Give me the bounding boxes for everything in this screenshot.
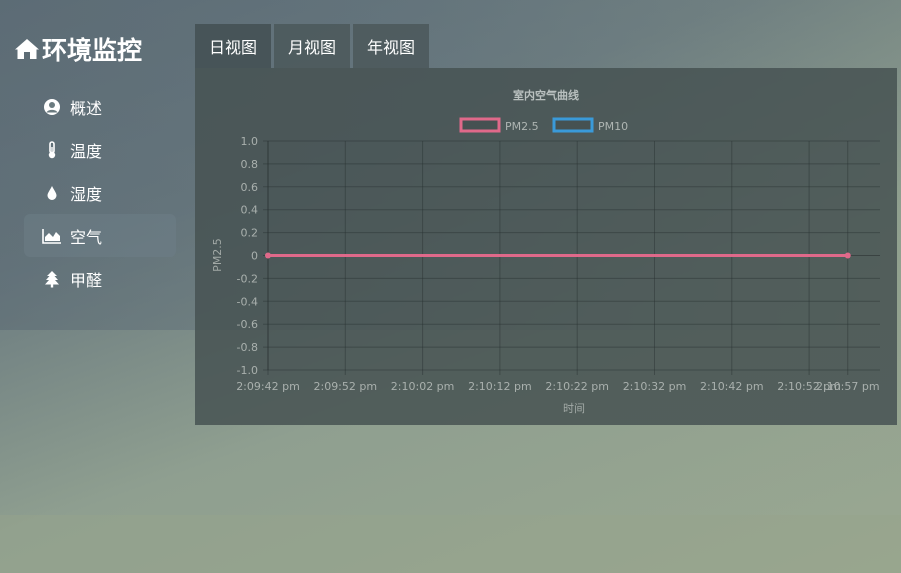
tree-icon <box>42 270 62 288</box>
sidebar-item-label: 湿度 <box>70 184 103 204</box>
tab-day-view[interactable]: 日视图 <box>195 24 272 68</box>
sidebar-item-label: 温度 <box>70 141 103 161</box>
sidebar-item-label: 空气 <box>70 227 103 247</box>
y-tick-label: 0.6 <box>241 181 259 194</box>
user-circle-icon <box>42 98 62 116</box>
x-tick-label: 2:10:22 pm <box>545 380 609 393</box>
y-tick-label: 0.2 <box>241 227 259 240</box>
legend-swatch <box>552 117 594 133</box>
y-tick-label: 0.4 <box>241 204 259 217</box>
y-tick-label: 0.8 <box>241 158 259 171</box>
y-tick-label: 0 <box>251 250 258 263</box>
y-tick-label: -0.8 <box>237 341 258 354</box>
y-axis-label: PM2.5 <box>211 238 224 272</box>
sidebar-item-humidity[interactable]: 湿度 <box>24 171 176 214</box>
x-axis-label: 时间 <box>563 402 585 415</box>
area-chart-icon <box>42 227 62 245</box>
data-point <box>844 252 851 259</box>
sidebar-item-label: 甲醛 <box>70 270 103 290</box>
y-tick-label: 1.0 <box>241 135 259 148</box>
sidebar-item-formaldehyde[interactable]: 甲醛 <box>24 257 176 300</box>
legend-swatch <box>459 117 501 133</box>
y-tick-label: -0.2 <box>237 272 258 285</box>
chart-title: 室内空气曲线 <box>513 88 579 102</box>
sidebar-item-overview[interactable]: 概述 <box>24 85 176 128</box>
tab-year-view[interactable]: 年视图 <box>353 24 430 68</box>
x-tick-label: 2:10:12 pm <box>468 380 532 393</box>
sidebar-item-temperature[interactable]: 温度 <box>24 128 176 171</box>
chart-legend: PM2.5 PM10 <box>459 117 628 133</box>
data-point <box>265 252 271 259</box>
sidebar-nav: 概述 温度 湿度 空气 甲醛 <box>24 85 176 300</box>
x-tick-label: 2:10:57 pm <box>816 380 880 393</box>
y-tick-label: -0.6 <box>237 318 258 331</box>
thermometer-icon <box>42 140 62 159</box>
tab-month-view[interactable]: 月视图 <box>274 24 351 68</box>
x-tick-label: 2:10:02 pm <box>391 380 455 393</box>
y-tick-label: -0.4 <box>237 295 258 308</box>
view-tabs: 日视图 月视图 年视图 <box>195 24 432 68</box>
app-title: 环境监控 <box>42 36 143 65</box>
chart-panel: 室内空气曲线 PM2.5 PM10 1.0 0.8 0.6 0.4 0.2 0 -0.2 -0.… <box>195 68 897 425</box>
x-tick-label: 2:09:42 pm <box>236 380 300 393</box>
air-quality-chart: 室内空气曲线 PM2.5 PM10 1.0 0.8 0.6 0.4 0.2 0 -0.2 -0.… <box>211 88 880 415</box>
x-tick-label: 2:09:52 pm <box>313 380 377 393</box>
app-brand: 环境监控 <box>14 31 142 67</box>
background-bottom <box>0 515 901 573</box>
sidebar-item-air[interactable]: 空气 <box>24 214 176 257</box>
legend-label: PM10 <box>598 120 628 133</box>
y-tick-label: -1.0 <box>237 364 258 377</box>
sidebar-item-label: 概述 <box>70 98 103 118</box>
x-tick-label: 2:10:32 pm <box>623 380 687 393</box>
x-tick-label: 2:10:42 pm <box>700 380 764 393</box>
water-drop-icon <box>42 184 62 202</box>
legend-label: PM2.5 <box>505 120 539 133</box>
home-icon <box>15 39 39 59</box>
